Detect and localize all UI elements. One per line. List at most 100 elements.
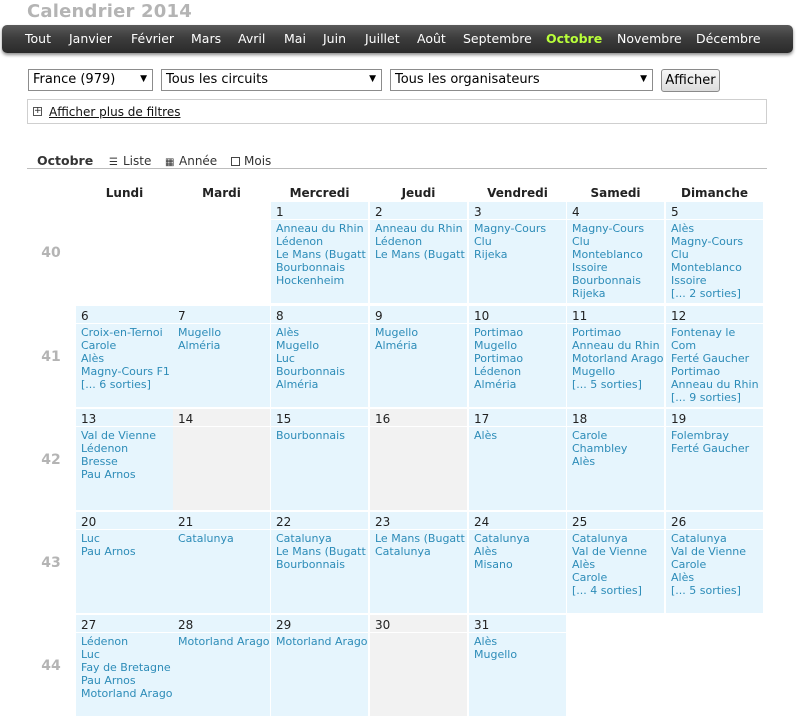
- view-list-option[interactable]: ☰ Liste: [109, 154, 151, 168]
- event-link[interactable]: Le Mans (Bugatt: [276, 545, 368, 558]
- day-cell[interactable]: 5 Alès Magny-Cours Clu Monteblanco Issoire [..…: [666, 202, 763, 303]
- event-link[interactable]: Ferté Gaucher: [671, 442, 763, 455]
- event-link[interactable]: Mugello: [375, 326, 467, 339]
- event-link[interactable]: Bourbonnais: [276, 429, 368, 442]
- event-link[interactable]: Croix-en-Ternoi: [81, 326, 173, 339]
- event-link[interactable]: Ferté Gaucher: [671, 352, 763, 365]
- event-link[interactable]: Val de Vienne: [81, 429, 173, 442]
- day-cell[interactable]: 26 Catalunya Val de Vienne Carole Alès [... 5…: [666, 512, 763, 613]
- event-link[interactable]: Alès: [474, 545, 566, 558]
- event-link[interactable]: Le Mans (Bugatt: [375, 532, 467, 545]
- event-link[interactable]: Hockenheim: [276, 274, 368, 287]
- day-cell[interactable]: 21 Catalunya: [173, 512, 270, 613]
- day-cell[interactable]: 11 Portimao Anneau du Rhin Motorland Arago M…: [567, 306, 664, 407]
- more-sorties-link[interactable]: [... 5 sorties]: [572, 378, 664, 391]
- month-link-mars[interactable]: Mars: [191, 31, 221, 46]
- event-link[interactable]: Alès: [276, 326, 368, 339]
- more-filters-link[interactable]: Afficher plus de filtres: [49, 105, 180, 119]
- event-link[interactable]: Bourbonnais: [276, 558, 368, 571]
- event-link[interactable]: Catalunya: [474, 532, 566, 545]
- day-cell[interactable]: 10 Portimao Mugello Portimao Lédenon Alméria: [469, 306, 566, 407]
- event-link[interactable]: Mugello: [474, 339, 566, 352]
- event-link[interactable]: Motorland Arago: [276, 635, 368, 648]
- event-link[interactable]: Clu: [572, 235, 664, 248]
- month-link-tout[interactable]: Tout: [25, 31, 51, 46]
- event-link[interactable]: Lédenon: [81, 635, 173, 648]
- event-link[interactable]: Anneau du Rhin: [671, 378, 763, 391]
- event-link[interactable]: Portimao: [474, 352, 566, 365]
- day-cell[interactable]: 13 Val de Vienne Lédenon Bresse Pau Arnos: [76, 409, 173, 510]
- circuit-select[interactable]: Tous les circuits ▼: [161, 69, 382, 91]
- month-link-novembre[interactable]: Novembre: [617, 31, 682, 46]
- day-cell[interactable]: 12 Fontenay le Com Ferté Gaucher Portimao Ann…: [666, 306, 763, 407]
- event-link[interactable]: Magny-Cours: [671, 235, 763, 248]
- event-link[interactable]: Carole: [572, 571, 664, 584]
- day-cell[interactable]: 25 Catalunya Val de Vienne Alès Carole [... 4…: [567, 512, 664, 613]
- event-link[interactable]: Clu: [474, 235, 566, 248]
- month-link-septembre[interactable]: Septembre: [463, 31, 532, 46]
- event-link[interactable]: Alès: [474, 635, 566, 648]
- day-cell[interactable]: 22 Catalunya Le Mans (Bugatt Bourbonnais: [271, 512, 368, 613]
- event-link[interactable]: Carole: [81, 339, 173, 352]
- event-link[interactable]: Lédenon: [474, 365, 566, 378]
- event-link[interactable]: Bresse: [81, 455, 173, 468]
- event-link[interactable]: Alès: [474, 429, 566, 442]
- event-link[interactable]: Mugello: [178, 326, 270, 339]
- expand-plus-icon[interactable]: +: [33, 107, 42, 116]
- month-link-février[interactable]: Février: [131, 31, 174, 46]
- day-cell[interactable]: 16: [370, 409, 467, 510]
- event-link[interactable]: Alès: [81, 352, 173, 365]
- event-link[interactable]: Fontenay le: [671, 326, 763, 339]
- event-link[interactable]: Luc: [81, 648, 173, 661]
- event-link[interactable]: Carole: [572, 429, 664, 442]
- event-link[interactable]: Alméria: [178, 339, 270, 352]
- afficher-button[interactable]: Afficher: [661, 69, 720, 92]
- event-link[interactable]: Mugello: [572, 365, 664, 378]
- month-link-avril[interactable]: Avril: [238, 31, 265, 46]
- event-link[interactable]: Val de Vienne: [671, 545, 763, 558]
- event-link[interactable]: Rijeka: [572, 287, 664, 300]
- event-link[interactable]: Magny-Cours: [474, 222, 566, 235]
- more-sorties-link[interactable]: [... 9 sorties]: [671, 391, 763, 404]
- month-link-janvier[interactable]: Janvier: [69, 31, 112, 46]
- event-link[interactable]: Motorland Arago: [81, 687, 173, 700]
- event-link[interactable]: Luc: [81, 532, 173, 545]
- event-link[interactable]: Misano: [474, 558, 566, 571]
- month-link-mai[interactable]: Mai: [284, 31, 306, 46]
- event-link[interactable]: Carole: [671, 558, 763, 571]
- day-cell[interactable]: 2 Anneau du Rhin Lédenon Le Mans (Bugatt: [370, 202, 467, 303]
- event-link[interactable]: Chambley: [572, 442, 664, 455]
- event-link[interactable]: Le Mans (Bugatt: [375, 248, 467, 261]
- event-link[interactable]: Issoire: [572, 261, 664, 274]
- event-link[interactable]: Clu: [671, 248, 763, 261]
- month-link-août[interactable]: Août: [417, 31, 446, 46]
- day-cell[interactable]: 3 Magny-Cours Clu Rijeka: [469, 202, 566, 303]
- day-cell[interactable]: 18 Carole Chambley Alès: [567, 409, 664, 510]
- event-link[interactable]: Portimao: [671, 365, 763, 378]
- event-link[interactable]: Alméria: [276, 378, 368, 391]
- more-sorties-link[interactable]: [... 4 sorties]: [572, 584, 664, 597]
- more-sorties-link[interactable]: [... 6 sorties]: [81, 378, 173, 391]
- event-link[interactable]: Pau Arnos: [81, 674, 173, 687]
- day-cell[interactable]: 9 Mugello Alméria: [370, 306, 467, 407]
- month-link-juin[interactable]: Juin: [323, 31, 346, 46]
- month-link-décembre[interactable]: Décembre: [696, 31, 761, 46]
- event-link[interactable]: Anneau du Rhin: [276, 222, 368, 235]
- event-link[interactable]: Catalunya: [572, 532, 664, 545]
- event-link[interactable]: Issoire: [671, 274, 763, 287]
- event-link[interactable]: Portimao: [572, 326, 664, 339]
- event-link[interactable]: Le Mans (Bugatt: [276, 248, 368, 261]
- event-link[interactable]: Lédenon: [81, 442, 173, 455]
- country-select[interactable]: France (979) ▼: [28, 69, 153, 91]
- event-link[interactable]: Mugello: [276, 339, 368, 352]
- day-cell[interactable]: 6 Croix-en-Ternoi Carole Alès Magny-Cours F1…: [76, 306, 173, 407]
- event-link[interactable]: Rijeka: [474, 248, 566, 261]
- day-cell[interactable]: 8 Alès Mugello Luc Bourbonnais Alméria: [271, 306, 368, 407]
- event-link[interactable]: Bourbonnais: [572, 274, 664, 287]
- day-cell[interactable]: 31 Alès Mugello: [469, 615, 566, 716]
- event-link[interactable]: Val de Vienne: [572, 545, 664, 558]
- event-link[interactable]: Alès: [671, 571, 763, 584]
- day-cell[interactable]: 29 Motorland Arago: [271, 615, 368, 716]
- month-link-octobre[interactable]: Octobre: [546, 31, 602, 46]
- event-link[interactable]: Bourbonnais: [276, 261, 368, 274]
